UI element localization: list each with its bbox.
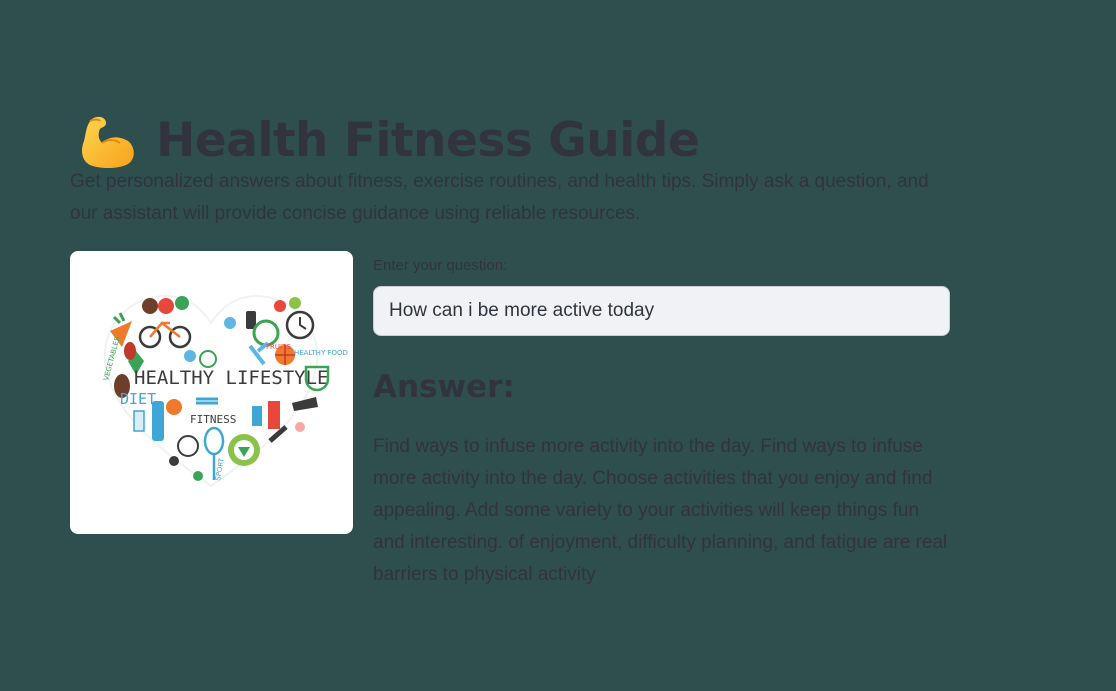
- image-caption-fruits: FRUITS: [266, 343, 291, 351]
- page-title: Health Fitness Guide: [156, 113, 700, 169]
- image-caption-healthy-food: HEALTHY FOOD: [294, 349, 348, 357]
- question-label: Enter your question:: [373, 257, 508, 274]
- image-caption-fitness: FITNESS: [190, 413, 236, 426]
- healthy-lifestyle-image: HEALTHY LIFESTYLE DIET FITNESS FRUITS HE…: [70, 251, 353, 534]
- healthy-lifestyle-heart-illustration: HEALTHY LIFESTYLE DIET FITNESS FRUITS HE…: [102, 294, 348, 488]
- image-caption-diet: DIET: [120, 390, 156, 408]
- image-caption-sport: SPORT: [214, 457, 226, 482]
- image-caption-main: HEALTHY LIFESTYLE: [134, 367, 328, 389]
- answer-text: Find ways to infuse more activity into t…: [373, 436, 948, 585]
- intro-description: Get personalized answers about fitness, …: [70, 171, 929, 224]
- question-input[interactable]: [373, 286, 950, 336]
- answer-heading: Answer:: [373, 369, 515, 405]
- flexed-biceps-icon: [82, 116, 134, 168]
